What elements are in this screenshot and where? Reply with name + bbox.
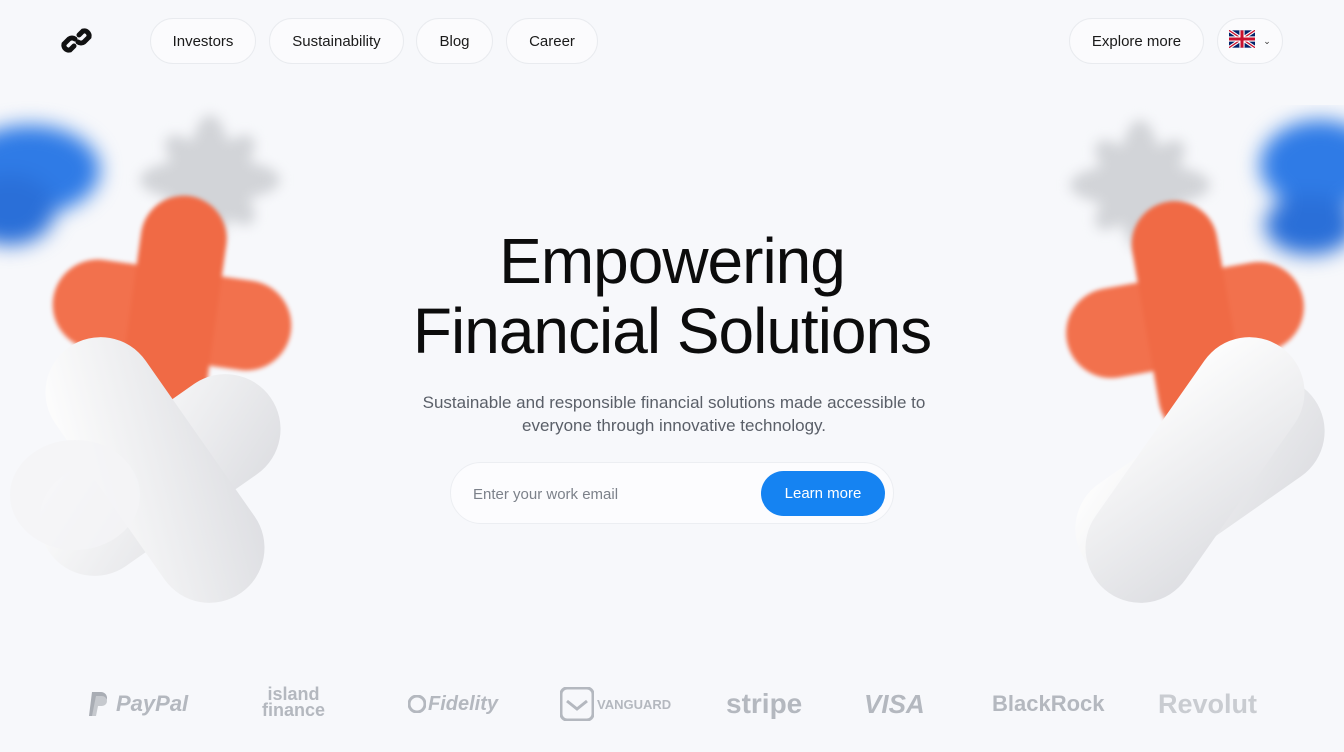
nav-link-investors[interactable]: Investors xyxy=(150,18,256,64)
nav-link-blog[interactable]: Blog xyxy=(416,18,493,64)
blackrock-logo: BlackRock xyxy=(992,686,1105,722)
explore-more-button[interactable]: Explore more xyxy=(1069,18,1204,64)
island-finance-logo: island finance xyxy=(262,685,326,722)
revolut-text: Revolut xyxy=(1158,688,1258,719)
fidelity-text: Fidelity xyxy=(428,692,499,715)
chevron-down-icon: ⌄ xyxy=(1263,35,1271,46)
email-signup-form: Learn more xyxy=(450,462,894,524)
finance-text: finance xyxy=(262,700,326,720)
hero-title-line-1: Empowering xyxy=(499,225,846,297)
stripe-logo: stripe xyxy=(726,686,802,722)
hero-title: Empowering Financial Solutions xyxy=(0,226,1344,366)
paypal-p-icon xyxy=(89,692,107,716)
vanguard-logo: VANGUARD xyxy=(560,686,671,722)
fidelity-mark-icon xyxy=(408,695,426,713)
stripe-text: stripe xyxy=(726,688,803,719)
left-3d-shapes xyxy=(0,100,320,640)
learn-more-button[interactable]: Learn more xyxy=(761,471,885,516)
uk-flag-icon xyxy=(1228,28,1257,52)
hero-subtitle-line-2: everyone through innovative technology. xyxy=(522,416,826,435)
vanguard-text: VANGUARD xyxy=(597,696,672,712)
hero-subtitle: Sustainable and responsible financial so… xyxy=(400,391,948,437)
blackrock-text: BlackRock xyxy=(992,691,1105,716)
nav-link-career[interactable]: Career xyxy=(506,18,598,64)
revolut-logo: Revolut xyxy=(1158,686,1257,722)
fidelity-logo: Fidelity xyxy=(408,686,498,722)
vanguard-ship-icon xyxy=(560,687,594,721)
chain-link-icon[interactable] xyxy=(60,26,94,56)
hero-title-line-2: Financial Solutions xyxy=(412,295,932,367)
visa-logo: VISA xyxy=(864,686,925,722)
hero-subtitle-line-1: Sustainable and responsible financial so… xyxy=(422,393,926,412)
visa-text: VISA xyxy=(864,688,925,719)
top-navigation: Investors Sustainability Blog Career Exp… xyxy=(0,18,1344,64)
nav-link-sustainability[interactable]: Sustainability xyxy=(269,18,404,64)
language-selector[interactable]: ⌄ xyxy=(1217,18,1283,64)
paypal-logo: PayPal xyxy=(88,686,188,722)
paypal-text: PayPal xyxy=(116,691,189,716)
work-email-input[interactable] xyxy=(473,477,753,511)
